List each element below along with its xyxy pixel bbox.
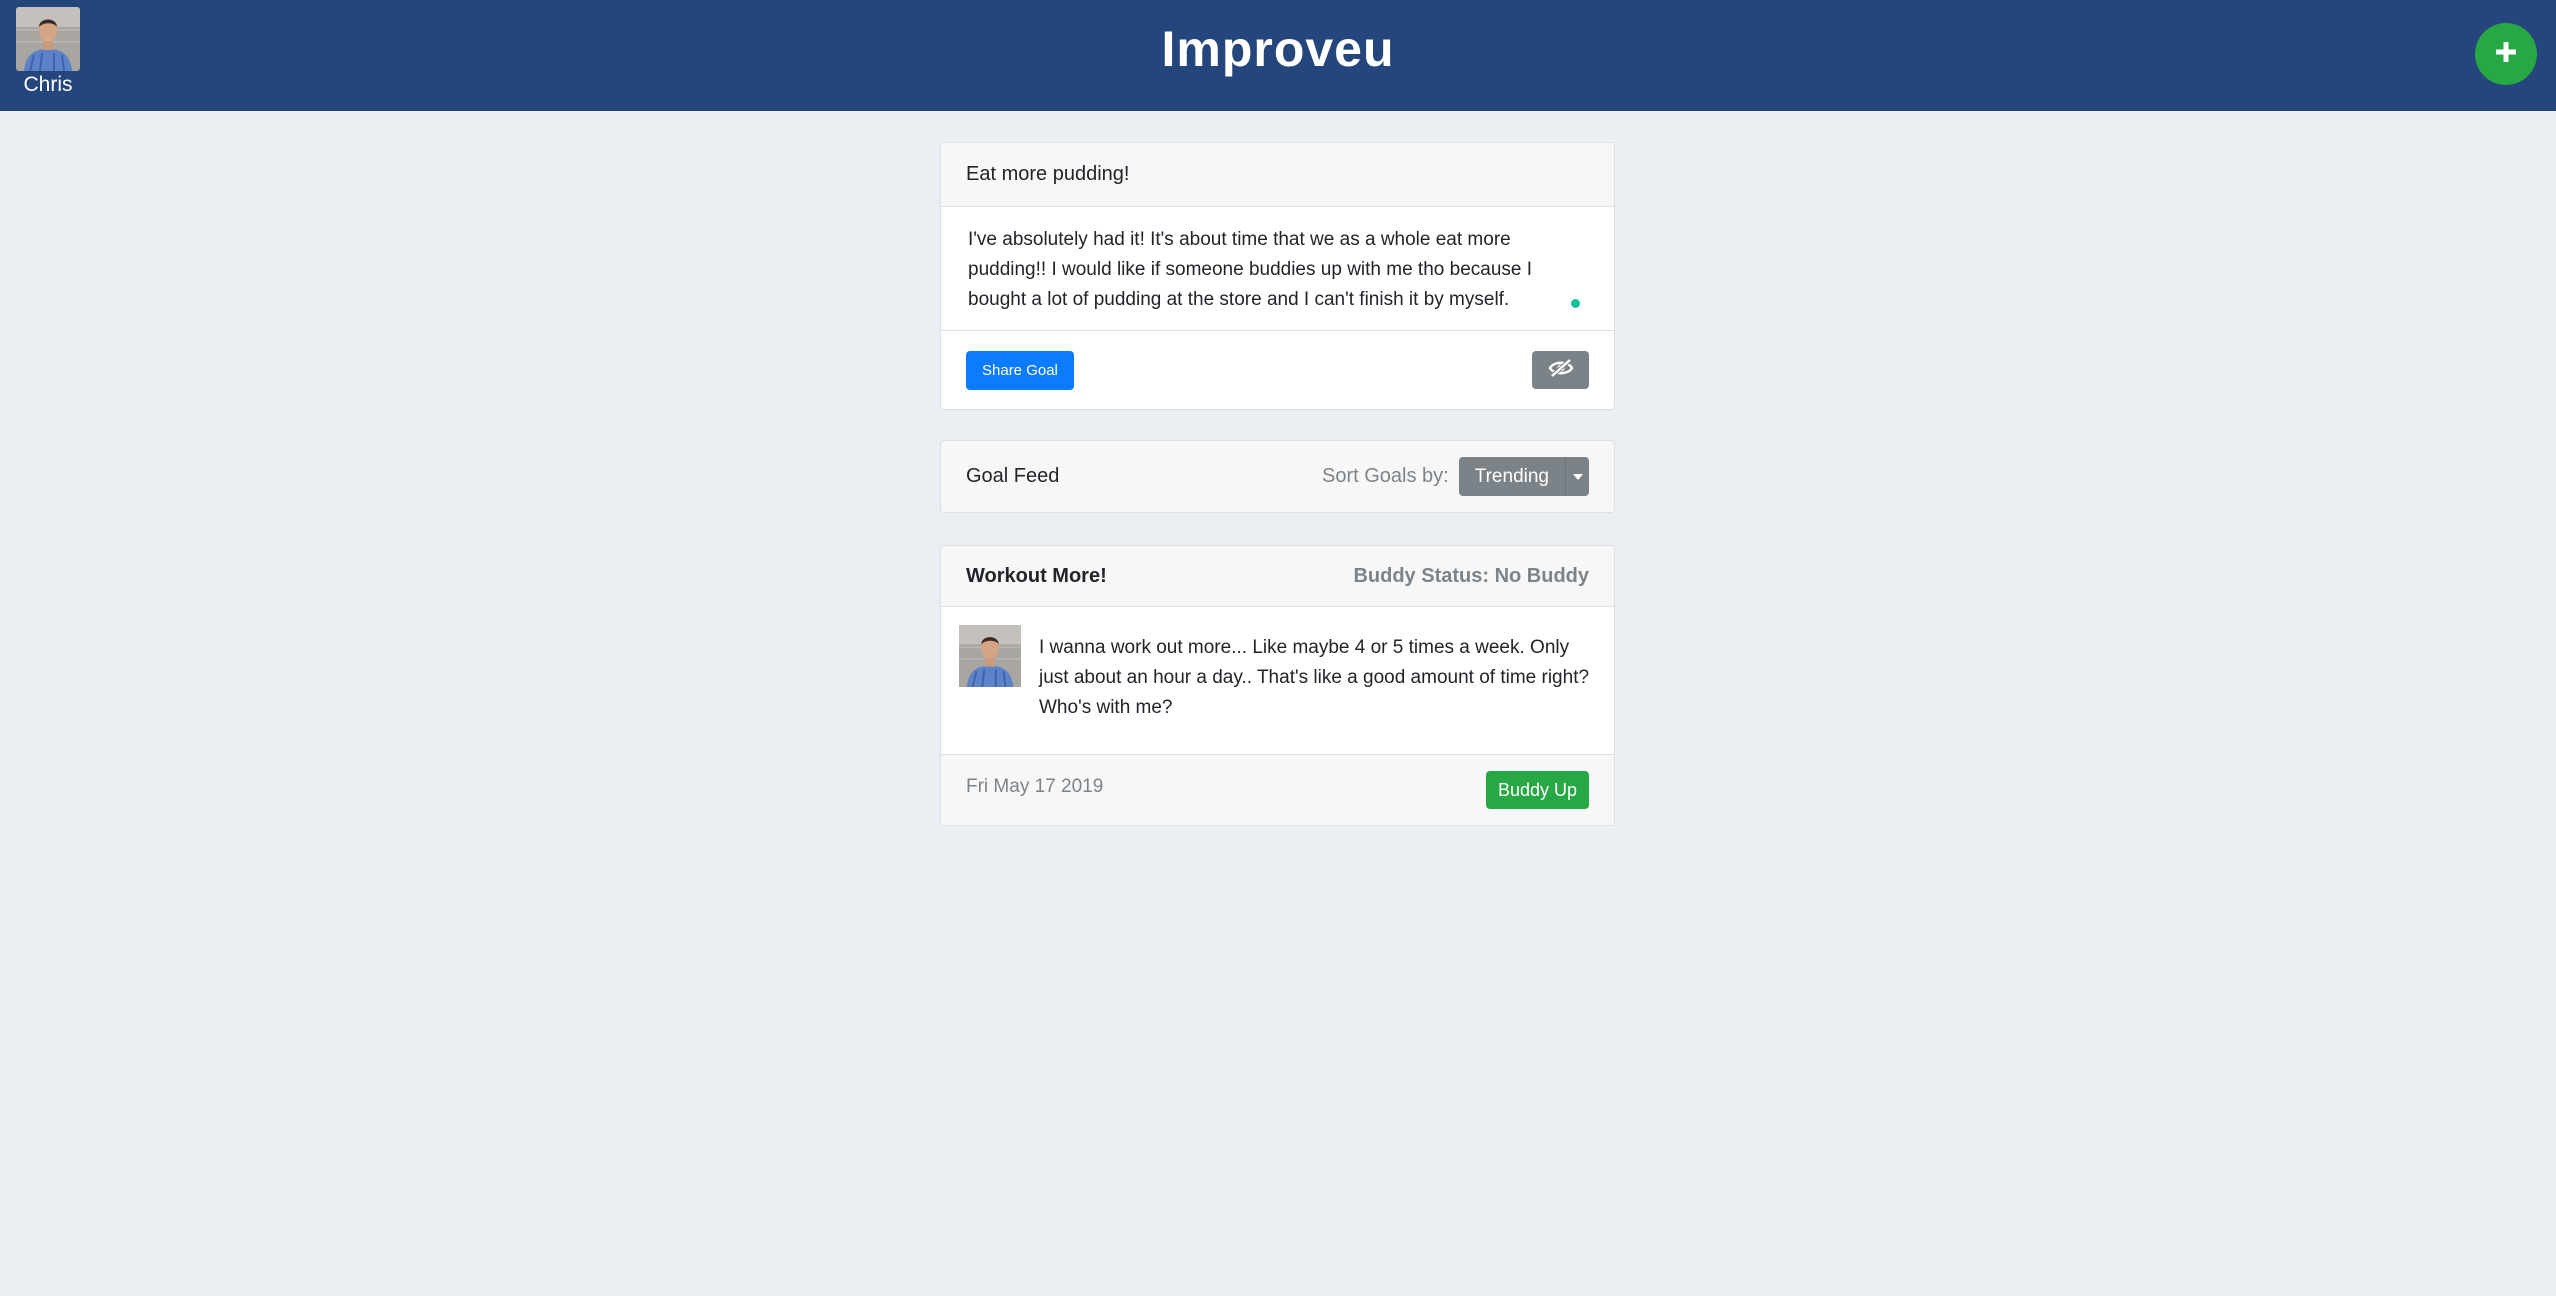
visibility-toggle-button[interactable] [1532,351,1589,389]
goal-card-header: Workout More! Buddy Status: No Buddy [941,546,1614,607]
feed-title: Goal Feed [966,465,1060,487]
goal-body-text: I've absolutely had it! It's about time … [968,229,1533,310]
sort-controls: Sort Goals by: Trending [1322,457,1589,496]
author-avatar[interactable] [959,625,1021,687]
share-goal-button[interactable]: Share Goal [966,350,1074,390]
status-dot [1571,299,1580,308]
goal-card-footer: Fri May 17 2019 Buddy Up [941,755,1614,825]
compose-goal-card: Eat more pudding! I've absolutely had it… [940,142,1615,410]
buddy-up-button[interactable]: Buddy Up [1485,771,1589,809]
app-title: Improveu [1161,21,1395,77]
top-navbar: Chris Improveu [0,0,2556,111]
sort-selected-value[interactable]: Trending [1458,457,1565,496]
add-goal-button[interactable] [2475,23,2537,85]
goal-title-input[interactable]: Eat more pudding! [941,143,1614,207]
plus-icon [2495,41,2517,68]
compose-footer: Share Goal [941,331,1614,409]
caret-down-icon[interactable] [1565,457,1589,496]
goal-card-body: I wanna work out more... Like maybe 4 or… [941,607,1614,755]
goal-date: Fri May 17 2019 [966,776,1104,797]
goal-card: Workout More! Buddy Status: No Buddy I w… [940,545,1615,826]
sort-label: Sort Goals by: [1321,465,1449,487]
goal-title: Workout More! [966,564,1107,587]
goal-body-textarea[interactable]: I've absolutely had it! It's about time … [941,207,1614,331]
goal-feed-header: Goal Feed Sort Goals by: Trending [940,440,1615,513]
goal-description: I wanna work out more... Like maybe 4 or… [1039,637,1590,718]
eye-slash-icon [1548,357,1574,383]
sort-dropdown[interactable]: Trending [1458,457,1589,496]
buddy-status: Buddy Status: No Buddy [1353,564,1589,587]
feed-header-bar: Goal Feed Sort Goals by: Trending [941,441,1614,512]
